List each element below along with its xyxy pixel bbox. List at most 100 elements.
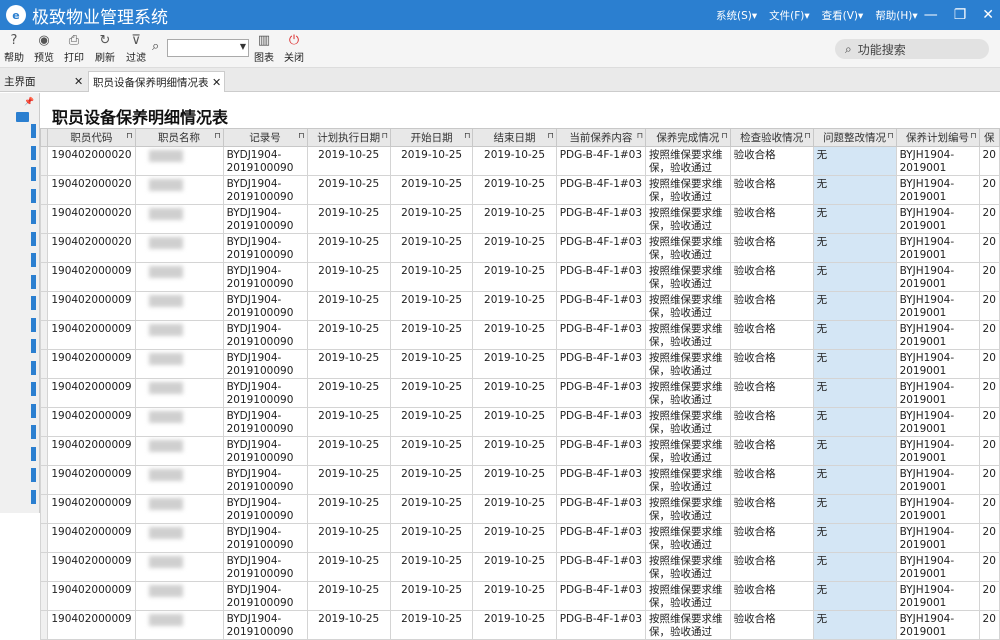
cell-start-date[interactable]: 2019-10-25 — [389, 320, 474, 350]
col-header-done[interactable]: 保养完成情况 ⊓ — [645, 128, 731, 147]
cell-name[interactable] — [134, 233, 224, 263]
cell-last[interactable]: 20 — [978, 610, 1000, 640]
tree-marker[interactable] — [31, 188, 36, 203]
cell-code[interactable]: 190402000009 — [47, 262, 136, 292]
tree-marker[interactable] — [31, 382, 36, 396]
cell-record[interactable]: BYDJ1904- 2019100090 — [222, 204, 308, 234]
table-row[interactable]: 190402000009 BYDJ1904- 2019100090 2019-10-2… — [39, 552, 1000, 582]
cell-check[interactable]: 验收合格 — [729, 262, 814, 292]
cell-last[interactable]: 20 — [978, 291, 1000, 321]
cell-check[interactable]: 验收合格 — [729, 204, 814, 234]
row-header[interactable] — [39, 436, 49, 466]
cell-content[interactable]: PDG-B-4F-1#03 — [555, 436, 647, 466]
row-header[interactable] — [39, 175, 49, 205]
filter-icon[interactable]: ⊓ — [547, 131, 553, 140]
cell-code[interactable]: 190402000020 — [47, 146, 136, 176]
tree-marker[interactable] — [31, 468, 36, 482]
cell-content[interactable]: PDG-B-4F-1#03 — [555, 349, 647, 379]
row-header[interactable] — [39, 523, 49, 553]
cell-start-date[interactable]: 2019-10-25 — [389, 523, 474, 553]
cell-code[interactable]: 190402000009 — [47, 552, 136, 582]
cell-start-date[interactable]: 2019-10-25 — [389, 407, 474, 437]
table-row[interactable]: 190402000009 BYDJ1904- 2019100090 2019-10-2… — [39, 523, 1000, 553]
cell-start-date[interactable]: 2019-10-25 — [389, 552, 474, 582]
cell-end-date[interactable]: 2019-10-25 — [472, 233, 557, 263]
cell-plan-date[interactable]: 2019-10-25 — [306, 204, 391, 234]
chevron-down-icon[interactable]: ▼ — [240, 42, 246, 51]
table-row[interactable]: 190402000009 BYDJ1904- 2019100090 2019-10-2… — [39, 407, 1000, 437]
cell-check[interactable]: 验收合格 — [729, 581, 814, 611]
cell-record[interactable]: BYDJ1904- 2019100090 — [222, 349, 308, 379]
cell-name[interactable] — [134, 552, 224, 582]
cell-check[interactable]: 验收合格 — [729, 146, 814, 176]
cell-issue[interactable]: 无 — [812, 494, 897, 524]
cell-plan-no[interactable]: BYJH1904- 2019001 — [895, 291, 980, 321]
cell-issue[interactable]: 无 — [812, 349, 897, 379]
cell-end-date[interactable]: 2019-10-25 — [472, 552, 557, 582]
folder-icon[interactable] — [16, 112, 29, 122]
cell-end-date[interactable]: 2019-10-25 — [472, 494, 557, 524]
cell-done[interactable]: 按照维保要求维 保，验收通过 — [645, 175, 731, 205]
cell-record[interactable]: BYDJ1904- 2019100090 — [222, 320, 308, 350]
cell-done[interactable]: 按照维保要求维 保，验收通过 — [645, 407, 731, 437]
col-header-end-date[interactable]: 结束日期 ⊓ — [472, 128, 557, 147]
menu-file[interactable]: 文件(F)▾ — [769, 8, 810, 23]
tree-marker[interactable] — [31, 403, 36, 418]
cell-code[interactable]: 190402000009 — [47, 320, 136, 350]
tab-report[interactable]: 职员设备保养明细情况表 ✕ — [88, 71, 225, 92]
cell-name[interactable] — [134, 436, 224, 466]
cell-plan-no[interactable]: BYJH1904- 2019001 — [895, 378, 980, 408]
search-combo-input[interactable]: ▼ — [167, 39, 249, 57]
filter-icon[interactable]: ⊓ — [721, 131, 727, 140]
table-row[interactable]: 190402000009 BYDJ1904- 2019100090 2019-10-2… — [39, 610, 1000, 640]
cell-content[interactable]: PDG-B-4F-1#03 — [555, 320, 647, 350]
cell-check[interactable]: 验收合格 — [729, 175, 814, 205]
col-header-content[interactable]: 当前保养内容 ⊓ — [555, 128, 647, 147]
refresh-button[interactable]: ↻ 刷新 — [91, 33, 119, 64]
cell-issue[interactable]: 无 — [812, 233, 897, 263]
cell-issue[interactable]: 无 — [812, 262, 897, 292]
cell-plan-no[interactable]: BYJH1904- 2019001 — [895, 349, 980, 379]
cell-last[interactable]: 20 — [978, 378, 1000, 408]
filter-icon[interactable]: ⊓ — [382, 131, 388, 140]
cell-last[interactable]: 20 — [978, 204, 1000, 234]
cell-issue[interactable]: 无 — [812, 146, 897, 176]
row-header[interactable] — [39, 320, 49, 350]
col-header-start-date[interactable]: 开始日期 ⊓ — [389, 128, 474, 147]
cell-issue[interactable]: 无 — [812, 610, 897, 640]
cell-issue[interactable]: 无 — [812, 465, 897, 495]
tree-marker[interactable] — [31, 489, 36, 504]
cell-code[interactable]: 190402000009 — [47, 407, 136, 437]
preview-button[interactable]: ◉ 预览 — [30, 33, 58, 64]
cell-plan-date[interactable]: 2019-10-25 — [306, 349, 391, 379]
tree-marker[interactable] — [31, 274, 36, 289]
cell-plan-no[interactable]: BYJH1904- 2019001 — [895, 465, 980, 495]
close-window-icon[interactable]: ✕ — [982, 7, 994, 23]
cell-plan-date[interactable]: 2019-10-25 — [306, 233, 391, 263]
cell-last[interactable]: 20 — [978, 523, 1000, 553]
cell-start-date[interactable]: 2019-10-25 — [389, 146, 474, 176]
function-search-input[interactable]: ⌕ 功能搜索 — [835, 39, 989, 59]
cell-issue[interactable]: 无 — [812, 436, 897, 466]
cell-record[interactable]: BYDJ1904- 2019100090 — [222, 465, 308, 495]
cell-code[interactable]: 190402000009 — [47, 494, 136, 524]
col-header-code[interactable]: 职员代码 ⊓ — [47, 128, 136, 147]
cell-plan-no[interactable]: BYJH1904- 2019001 — [895, 610, 980, 640]
cell-done[interactable]: 按照维保要求维 保，验收通过 — [645, 552, 731, 582]
cell-content[interactable]: PDG-B-4F-1#03 — [555, 465, 647, 495]
table-row[interactable]: 190402000020 BYDJ1904- 2019100090 2019-10-2… — [39, 204, 1000, 234]
cell-record[interactable]: BYDJ1904- 2019100090 — [222, 175, 308, 205]
cell-check[interactable]: 验收合格 — [729, 610, 814, 640]
cell-record[interactable]: BYDJ1904- 2019100090 — [222, 407, 308, 437]
cell-plan-date[interactable]: 2019-10-25 — [306, 407, 391, 437]
row-header[interactable] — [39, 494, 49, 524]
tree-marker[interactable] — [31, 167, 36, 181]
cell-start-date[interactable]: 2019-10-25 — [389, 291, 474, 321]
tree-marker[interactable] — [31, 231, 36, 246]
cell-issue[interactable]: 无 — [812, 175, 897, 205]
cell-plan-date[interactable]: 2019-10-25 — [306, 581, 391, 611]
cell-content[interactable]: PDG-B-4F-1#03 — [555, 291, 647, 321]
cell-name[interactable] — [134, 320, 224, 350]
table-row[interactable]: 190402000020 BYDJ1904- 2019100090 2019-10-2… — [39, 146, 1000, 176]
cell-end-date[interactable]: 2019-10-25 — [472, 291, 557, 321]
